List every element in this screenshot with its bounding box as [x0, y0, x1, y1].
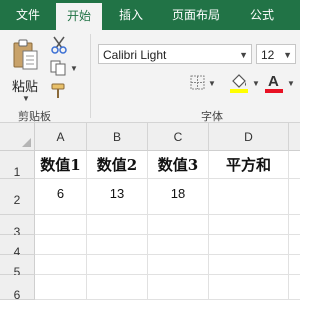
tab-file[interactable]: 文件: [8, 0, 48, 30]
column-header-b[interactable]: B: [87, 123, 148, 151]
column-header-d[interactable]: D: [209, 123, 289, 151]
select-all-button[interactable]: [0, 123, 35, 151]
fill-color-dropdown-icon[interactable]: ▼: [252, 79, 260, 88]
chevron-down-icon: ▼: [239, 50, 248, 60]
cell-b2[interactable]: 13: [87, 179, 148, 215]
font-color-icon[interactable]: A: [264, 72, 284, 94]
cell-b1[interactable]: 数值2: [87, 151, 148, 179]
cell-e5[interactable]: [289, 255, 300, 275]
cut-icon[interactable]: [50, 36, 68, 54]
cell-a6[interactable]: [35, 275, 87, 300]
worksheet-grid: A B C D 1 2 3 4 5 6 数值1 数值2 数值3 平方和 6 13…: [0, 123, 300, 302]
cell-b6[interactable]: [87, 275, 148, 300]
cell-b5[interactable]: [87, 255, 148, 275]
cell-c4[interactable]: [148, 235, 209, 255]
cell-c6[interactable]: [148, 275, 209, 300]
ribbon-home: 粘贴 ▼ ▼ 剪贴板 Calibri Light ▼ 12 ▼ ▼ ▼ A ▼ …: [0, 30, 300, 123]
column-header-e[interactable]: [289, 123, 300, 151]
format-painter-icon[interactable]: [50, 82, 68, 100]
copy-icon[interactable]: [50, 60, 68, 76]
cell-c1[interactable]: 数值3: [148, 151, 209, 179]
tab-page-layout[interactable]: 页面布局: [160, 0, 232, 30]
paste-dropdown-icon[interactable]: ▼: [22, 94, 30, 103]
row-header-6[interactable]: 6: [0, 275, 35, 302]
column-header-a[interactable]: A: [35, 123, 87, 151]
cell-d3[interactable]: [209, 215, 289, 235]
cell-d4[interactable]: [209, 235, 289, 255]
font-name-value: Calibri Light: [103, 48, 167, 62]
font-size-value: 12: [261, 48, 275, 62]
cell-c3[interactable]: [148, 215, 209, 235]
cell-d1[interactable]: 平方和: [209, 151, 289, 179]
row-header-4[interactable]: 4: [0, 235, 35, 259]
row-header-3[interactable]: 3: [0, 215, 35, 239]
fill-color-icon[interactable]: [229, 72, 249, 94]
font-group-label: 字体: [201, 110, 223, 123]
row-header-1[interactable]: 1: [0, 151, 35, 179]
column-header-c[interactable]: C: [148, 123, 209, 151]
cell-e3[interactable]: [289, 215, 300, 235]
copy-dropdown-icon[interactable]: ▼: [70, 64, 78, 73]
cell-a3[interactable]: [35, 215, 87, 235]
paste-button[interactable]: 粘贴 ▼: [8, 36, 48, 103]
tab-home[interactable]: 开始: [56, 3, 102, 30]
cell-d2[interactable]: [209, 179, 289, 215]
font-size-select[interactable]: 12 ▼: [256, 44, 296, 64]
cell-b4[interactable]: [87, 235, 148, 255]
paste-label: 粘贴: [12, 80, 39, 95]
paste-icon: [13, 39, 38, 70]
borders-dropdown-icon[interactable]: ▼: [208, 79, 216, 88]
cell-a1[interactable]: 数值1: [35, 151, 87, 179]
cell-b3[interactable]: [87, 215, 148, 235]
cell-e6[interactable]: [289, 275, 300, 300]
font-color-dropdown-icon[interactable]: ▼: [287, 79, 295, 88]
svg-text:A: A: [268, 73, 279, 90]
cell-d6[interactable]: [209, 275, 289, 300]
font-name-select[interactable]: Calibri Light ▼: [98, 44, 252, 64]
cell-e4[interactable]: [289, 235, 300, 255]
tab-insert[interactable]: 插入: [108, 0, 154, 30]
cell-a4[interactable]: [35, 235, 87, 255]
borders-icon[interactable]: [190, 75, 206, 91]
tab-formulas[interactable]: 公式: [240, 0, 284, 30]
row-header-5[interactable]: 5: [0, 255, 35, 279]
cell-a2[interactable]: 6: [35, 179, 87, 215]
cell-a5[interactable]: [35, 255, 87, 275]
cell-c5[interactable]: [148, 255, 209, 275]
ribbon-tab-bar: 文件 开始 插入 页面布局 公式: [0, 0, 300, 30]
clipboard-group-label: 剪贴板: [18, 110, 51, 123]
group-separator: [90, 34, 91, 118]
row-header-2[interactable]: 2: [0, 179, 35, 215]
cell-d5[interactable]: [209, 255, 289, 275]
cell-e1[interactable]: [289, 151, 300, 179]
cell-c2[interactable]: 18: [148, 179, 209, 215]
chevron-down-icon: ▼: [283, 50, 292, 60]
cell-e2[interactable]: [289, 179, 300, 215]
